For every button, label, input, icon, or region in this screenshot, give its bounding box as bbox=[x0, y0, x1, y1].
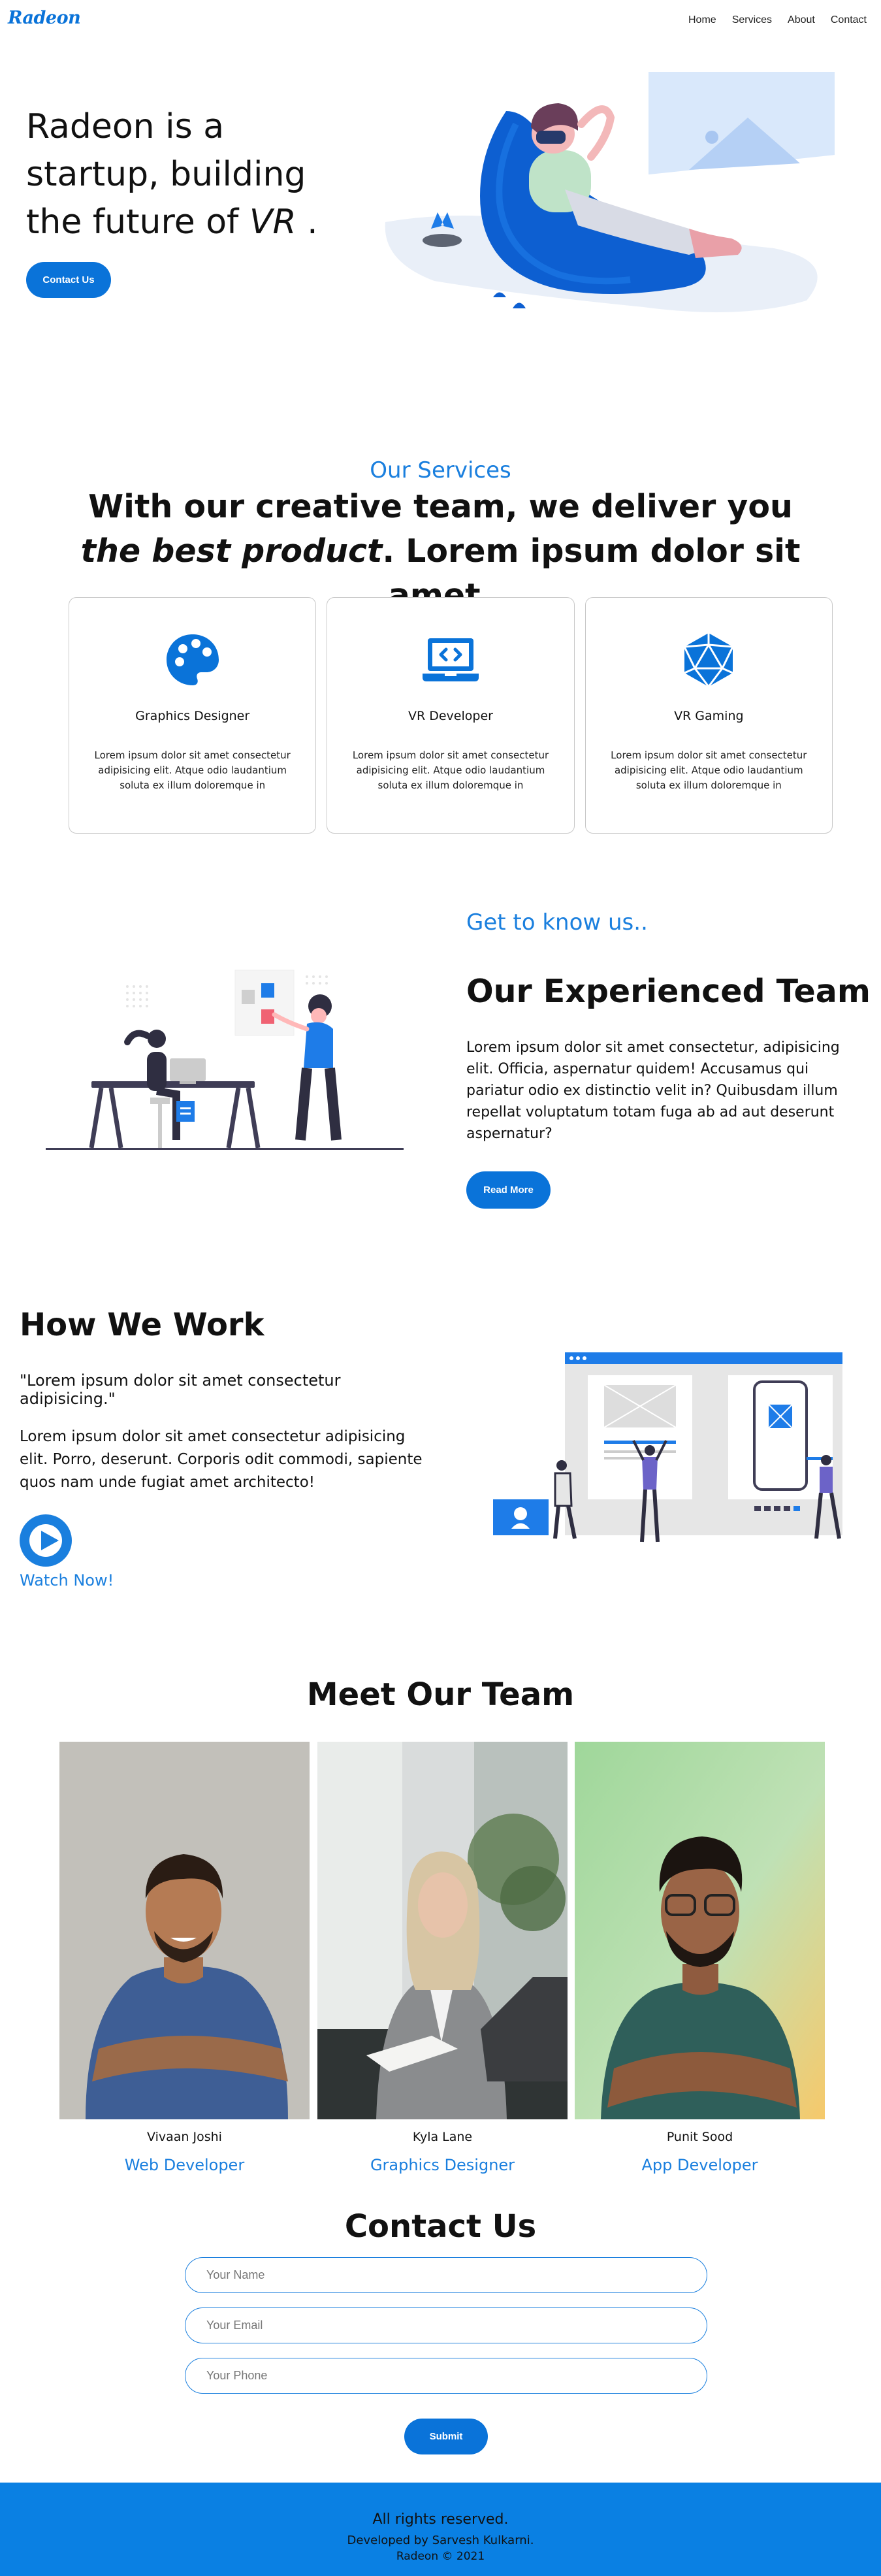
services-heading-line1: With our creative team, we deliver you bbox=[88, 488, 793, 525]
team-member-name: Vivaan Joshi bbox=[147, 2130, 222, 2144]
watch-now-link[interactable]: Watch Now! bbox=[20, 1571, 114, 1590]
name-input[interactable] bbox=[185, 2257, 707, 2293]
how-we-work-text: Lorem ipsum dolor sit amet consectetur a… bbox=[20, 1428, 423, 1491]
hero-title-line3-prefix: the future of bbox=[26, 203, 249, 242]
service-card-text: Lorem ipsum dolor sit amet consectetur a… bbox=[611, 749, 807, 791]
contact-section-title: Contact Us bbox=[344, 2208, 537, 2245]
hero-title-line3-suffix: . bbox=[296, 203, 318, 242]
page: Radeon Home Services About Contact Radeo… bbox=[0, 0, 881, 2576]
read-more-button[interactable]: Read More bbox=[466, 1171, 551, 1209]
brand-logo[interactable]: Radeon bbox=[8, 8, 81, 28]
hero-title-vr: VR bbox=[249, 203, 296, 242]
nav-links: Home Services About Contact bbox=[681, 14, 874, 26]
nav-link-contact[interactable]: Contact bbox=[823, 14, 874, 26]
service-cards: Graphics Designer Lorem ipsum dolor sit … bbox=[69, 597, 833, 834]
email-input[interactable] bbox=[185, 2307, 707, 2343]
phone-input[interactable] bbox=[185, 2358, 707, 2394]
team-member-photo-kyla bbox=[317, 1742, 568, 2119]
service-card-title: Graphics Designer bbox=[135, 709, 250, 723]
services-heading-emphasis: the best product bbox=[80, 532, 383, 570]
nav-link-services[interactable]: Services bbox=[724, 14, 780, 26]
service-card-text: Lorem ipsum dolor sit amet consectetur a… bbox=[352, 749, 549, 791]
team-member-role: Graphics Designer bbox=[370, 2156, 515, 2174]
team-member-photo-vivaan bbox=[59, 1742, 310, 2119]
about-title: Our Experienced Team bbox=[466, 973, 871, 1010]
team-member-name: Kyla Lane bbox=[412, 2130, 473, 2144]
services-section-label: Our Services bbox=[370, 457, 511, 483]
service-card-text: Lorem ipsum dolor sit amet consectetur a… bbox=[94, 749, 291, 791]
service-card-vr-gaming: VR Gaming Lorem ipsum dolor sit amet con… bbox=[585, 597, 833, 834]
nav-link-home[interactable]: Home bbox=[681, 14, 724, 26]
play-icon bbox=[41, 1531, 59, 1550]
how-we-work-quote: "Lorem ipsum dolor sit amet consectetur … bbox=[20, 1371, 341, 1408]
laptop-code-icon bbox=[422, 638, 479, 681]
team-member-card: Vivaan Joshi Web Developer bbox=[59, 1742, 310, 2174]
how-we-work-title: How We Work bbox=[20, 1307, 264, 1343]
dice-d20-icon bbox=[683, 633, 734, 688]
team-section-title: Meet Our Team bbox=[306, 1676, 575, 1713]
vr-beanbag-illustration bbox=[385, 72, 835, 312]
service-card-graphics: Graphics Designer Lorem ipsum dolor sit … bbox=[69, 597, 317, 834]
about-section-label: Get to know us.. bbox=[466, 909, 648, 936]
footer-rights: All rights reserved. bbox=[372, 2511, 509, 2528]
team-member-card: Punit Sood App Developer bbox=[575, 1742, 825, 2174]
navbar: Radeon Home Services About Contact bbox=[0, 0, 881, 41]
service-card-vr-developer: VR Developer Lorem ipsum dolor sit amet … bbox=[327, 597, 575, 834]
footer-developer: Developed by Sarvesh Kulkarni. bbox=[347, 2534, 534, 2547]
team-member-photo-punit bbox=[575, 1742, 825, 2119]
palette-icon bbox=[166, 634, 219, 685]
footer: All rights reserved. Developed by Sarves… bbox=[0, 2483, 881, 2576]
contact-us-button[interactable]: Contact Us bbox=[26, 262, 111, 298]
play-video-button[interactable] bbox=[20, 1514, 72, 1567]
service-card-title: VR Gaming bbox=[674, 709, 744, 723]
ui-design-illustration bbox=[493, 1352, 842, 1542]
service-card-title: VR Developer bbox=[408, 709, 493, 723]
hero-title-line1: Radeon is a bbox=[26, 107, 225, 146]
hero-title: Radeon is a startup, building the future… bbox=[26, 103, 340, 246]
submit-button[interactable]: Submit bbox=[404, 2419, 488, 2454]
nav-link-about[interactable]: About bbox=[780, 14, 823, 26]
team-member-card: Kyla Lane Graphics Designer bbox=[317, 1742, 568, 2174]
about-text: Lorem ipsum dolor sit amet consectetur, … bbox=[466, 1039, 840, 1142]
team-working-illustration bbox=[46, 970, 404, 1150]
footer-copyright: Radeon © 2021 bbox=[396, 2550, 485, 2563]
team-member-name: Punit Sood bbox=[666, 2130, 733, 2144]
team-member-role: Web Developer bbox=[124, 2156, 245, 2174]
hero-title-line2: startup, building bbox=[26, 155, 306, 194]
team-member-role: App Developer bbox=[641, 2156, 758, 2174]
